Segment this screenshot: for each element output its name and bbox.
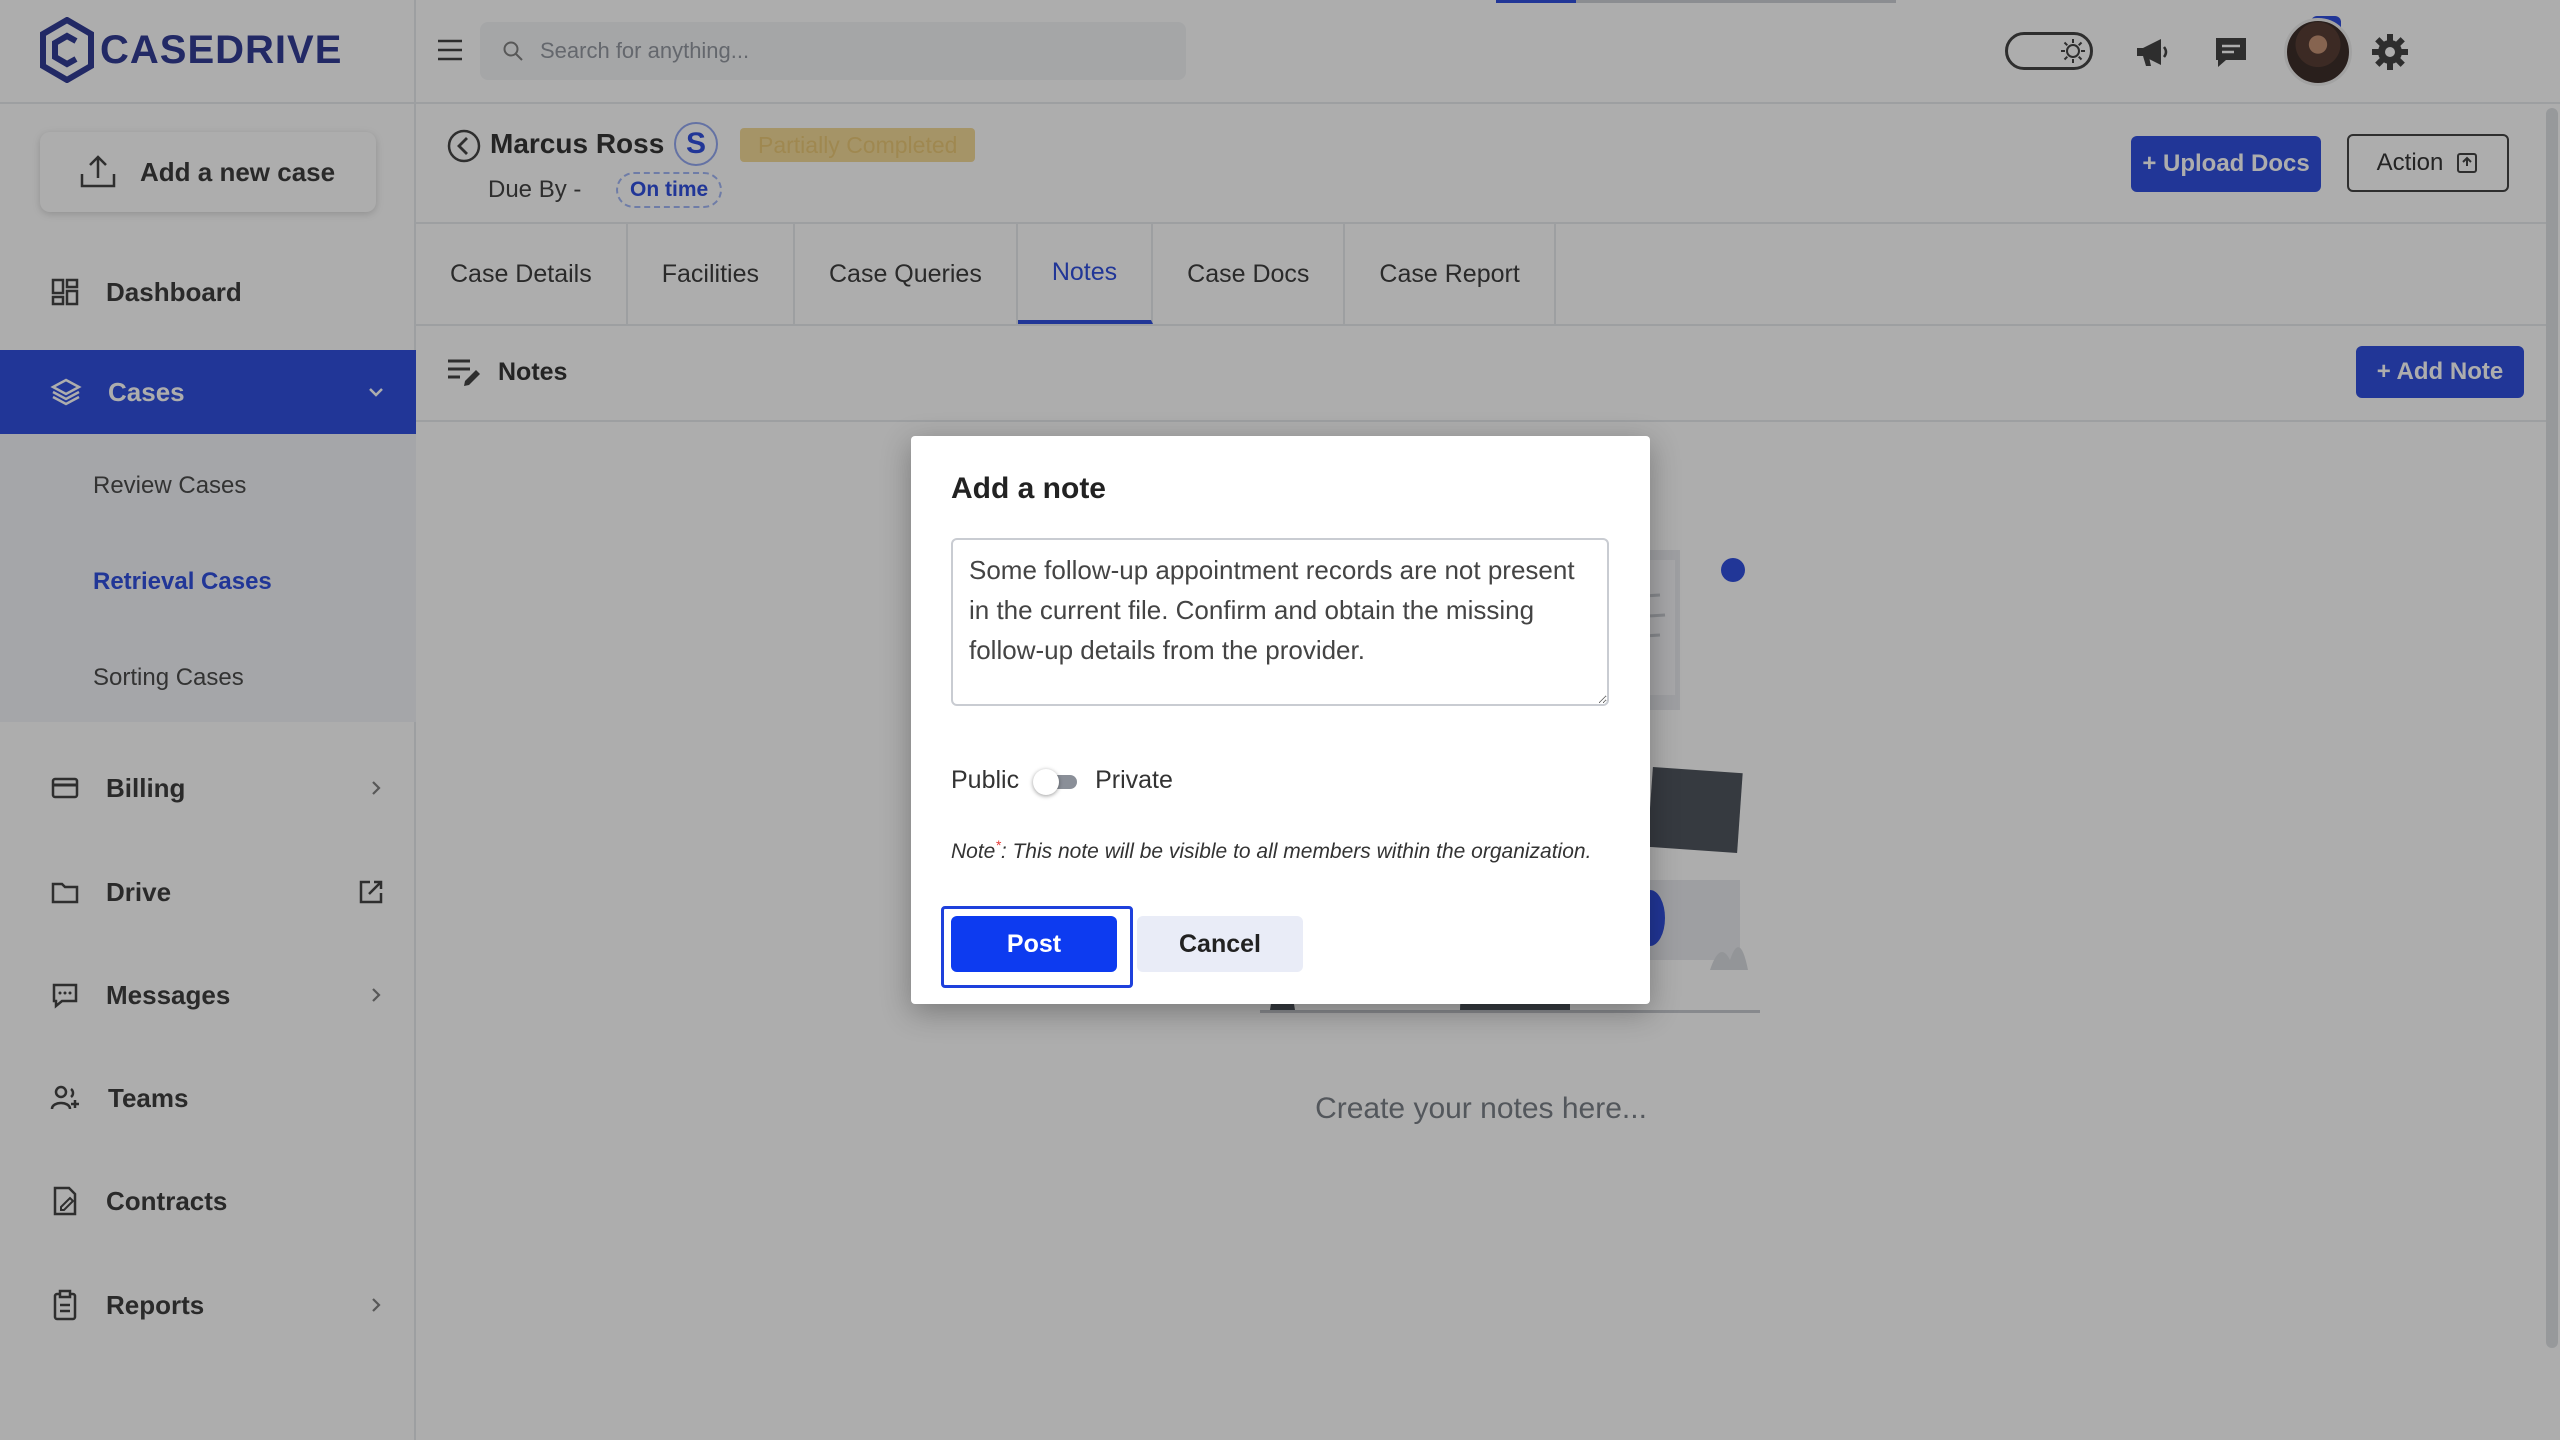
cancel-button[interactable]: Cancel — [1137, 916, 1303, 972]
privacy-toggle-row: Public Private — [951, 766, 1173, 795]
add-note-modal: Add a note Public Private Note*: This no… — [911, 436, 1650, 1004]
public-private-switch[interactable] — [1033, 767, 1081, 795]
note-hint-text: : This note will be visible to all membe… — [1000, 840, 1592, 863]
modal-title: Add a note — [951, 472, 1106, 505]
post-button[interactable]: Post — [951, 916, 1117, 972]
public-label: Public — [951, 766, 1020, 794]
visibility-note: Note*: This note will be visible to all … — [951, 830, 1611, 867]
note-hint-prefix: Note — [951, 840, 996, 863]
note-textarea[interactable] — [951, 538, 1609, 706]
private-label: Private — [1095, 766, 1173, 794]
